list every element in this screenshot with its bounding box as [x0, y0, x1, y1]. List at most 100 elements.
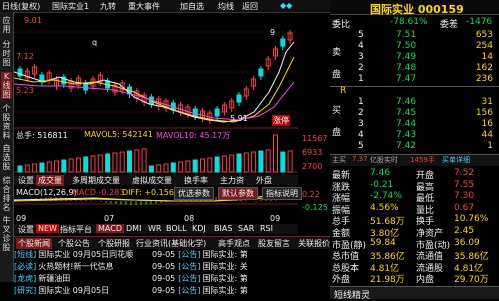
volume-bar	[287, 150, 293, 173]
tab-user-messages[interactable]: 股友留言	[258, 238, 290, 249]
month-label-1: 09	[16, 214, 27, 223]
tab-settings-2[interactable]: 设置	[16, 224, 36, 235]
vol-ma5: MAVOL5: 542141	[84, 130, 153, 139]
news-title: 国际实业: 关	[202, 262, 248, 271]
order-detail-link[interactable]: 买单详细	[442, 155, 470, 165]
weicha-value: -1476	[466, 17, 493, 27]
tab-new[interactable]: NEW	[36, 224, 59, 233]
news-item[interactable]: [必读] 火热题材!新一代信息	[14, 261, 113, 272]
tab-industry-news[interactable]: 行业资讯(基础化学)	[136, 238, 206, 249]
nav-diagnose[interactable]: 牛叉诊股	[1, 216, 12, 252]
menu-events[interactable]: 重大事件	[128, 1, 160, 12]
news-tag: [公告]	[178, 286, 201, 295]
tab-turnover[interactable]: 换手率	[182, 175, 210, 186]
buy-row[interactable]: 5 7.42 1	[330, 141, 499, 152]
default-params-button[interactable]: 默认参数	[218, 187, 258, 200]
sell-volume: 14	[481, 52, 493, 62]
nav-timeline[interactable]: 分时图	[1, 40, 12, 67]
tab-related-quotes[interactable]: 关联报价	[298, 238, 330, 249]
optimal-params-button[interactable]: 优选参数	[174, 187, 214, 200]
sell-row[interactable]: 1 7.47 236	[330, 74, 499, 85]
tab-sar[interactable]: SAR	[236, 224, 256, 233]
buy-row[interactable]: 1 7.46 31	[330, 97, 499, 108]
tab-settings-1[interactable]: 设置	[16, 175, 36, 186]
period-label[interactable]: 日线(复权)	[2, 1, 40, 12]
news-item[interactable]: 09-05 [公告] 国际实业: 第	[152, 273, 248, 284]
tab-volume[interactable]: 成交量	[36, 175, 64, 186]
news-tabs: 个股新闻 个股公告 个股研报 行业资讯(基础化学) 高手观点 股友留言 关联报价	[14, 236, 330, 249]
tab-indicator-platform[interactable]: 指标平台	[58, 224, 94, 235]
stats-row: 振幅 4.56% 量比 0.67	[330, 203, 499, 216]
volume-bar	[200, 158, 205, 173]
nav-kline[interactable]: K线图	[1, 72, 12, 99]
nav-ranking[interactable]: 综合排名	[1, 176, 12, 212]
macd-axis-low: -0.125	[302, 203, 328, 212]
menu-jiuzhuan[interactable]: 九转	[100, 1, 116, 12]
short-term-sprite[interactable]: 短线精灵	[334, 288, 370, 301]
tab-bias[interactable]: BIAS	[212, 224, 234, 233]
sell-volume: 162	[475, 63, 493, 73]
nav-profile[interactable]: 个股资料	[1, 104, 12, 140]
buy-row[interactable]: 2 7.45 156	[330, 108, 499, 119]
vol-axis-mid: 6933	[302, 148, 323, 157]
tab-wr[interactable]: WR	[146, 224, 163, 233]
news-item[interactable]: 09-05 [公告] 国际实业: 第	[152, 285, 248, 296]
price-label-mid: 7.12	[16, 52, 34, 61]
menu-ma[interactable]: 均线	[218, 1, 234, 12]
menu-back[interactable]: 返回	[242, 1, 258, 12]
sell-row[interactable]: 3 7.49 14	[330, 52, 499, 63]
quote-panel: 国际实业 000159 委比 -78.61% 委差 -1476 卖盘 5 7.51…	[330, 0, 499, 301]
tab-rsi[interactable]: RSI	[258, 224, 275, 233]
r-label: R	[340, 86, 347, 96]
stat-label: 外盘	[332, 275, 351, 286]
tab-boll[interactable]: BOLL	[164, 224, 189, 233]
tab-multi-volume[interactable]: 多周期成交量	[70, 175, 122, 186]
menu-add-watch[interactable]: 加自选	[180, 1, 204, 12]
news-tag: [龙虎]	[14, 274, 37, 283]
low-marker: 5.91	[230, 114, 248, 123]
price-label-top: 9.01	[24, 16, 42, 25]
nav-arrows-icon[interactable]: ◆◆	[280, 1, 292, 10]
tab-main-fund[interactable]: 主力资	[218, 175, 246, 186]
indicator-help-button[interactable]: 指标说明	[262, 187, 302, 200]
news-item[interactable]: [短线] 国际实业 09月05日同花顺	[14, 249, 133, 260]
tab-kdj[interactable]: KDJ	[190, 224, 208, 233]
stat-value: 21.98万	[370, 275, 405, 286]
sell-row[interactable]: 4 7.50 254	[330, 41, 499, 52]
nav-watchlist[interactable]: 自选股	[1, 144, 12, 171]
volume-bar	[214, 156, 220, 173]
volume-bar	[229, 154, 235, 173]
stats-row: 外盘 21.98万 内盘 29.70万	[330, 272, 499, 286]
nav-apps[interactable]: 应用	[1, 16, 12, 34]
tab-expert-views[interactable]: 高手观点	[218, 238, 250, 249]
buy-row[interactable]: 3 7.44 16	[330, 119, 499, 130]
news-item[interactable]: [研究] 国际实业 09月05日	[14, 285, 109, 296]
sell-row[interactable]: 2 7.48 162	[330, 63, 499, 74]
stat-value: 2.45	[454, 226, 475, 236]
left-nav-strip: 应用 分时图 K线图 个股资料 自选股 综合排名 牛叉诊股	[0, 12, 14, 282]
news-tag: [研究]	[14, 286, 37, 295]
tab-macd[interactable]: MACD	[96, 224, 124, 233]
buy-row[interactable]: 4 7.43 44	[330, 130, 499, 141]
news-tag: [公告]	[178, 274, 201, 283]
volume-bar	[148, 165, 154, 173]
price-label-low: 5.23	[16, 86, 34, 95]
indicator-tabs-1: 设置 成交量 多周期成交量 虚拟成交量 换手率 主力资 外盘	[14, 175, 298, 186]
tab-stock-news[interactable]: 个股新闻	[16, 238, 52, 249]
news-item[interactable]: 09-05 [公告] 国际实业: 第	[152, 249, 248, 260]
tab-virtual-volume[interactable]: 虚拟成交量	[130, 175, 174, 186]
news-item[interactable]: [龙虎] 新疆油田	[14, 273, 70, 284]
news-tag: [必读]	[14, 262, 37, 271]
volume-bar	[105, 153, 111, 173]
sell-row[interactable]: 5 7.51 653	[330, 30, 499, 41]
tab-stock-announcements[interactable]: 个股公告	[58, 238, 90, 249]
volume-bar	[178, 161, 184, 173]
stats-row: 市盈(静) 59.84 市盈(动) 36.09	[330, 238, 499, 251]
tab-outer[interactable]: 外盘	[254, 175, 274, 186]
sell-level: 4	[358, 41, 364, 51]
tab-stock-reports[interactable]: 个股研报	[98, 238, 130, 249]
tab-dmi[interactable]: DMI	[124, 224, 143, 233]
news-item[interactable]: 09-05 [公告] 国际实业: 关	[152, 261, 248, 272]
candle-body	[236, 94, 242, 103]
buy-level: 1	[358, 97, 364, 107]
